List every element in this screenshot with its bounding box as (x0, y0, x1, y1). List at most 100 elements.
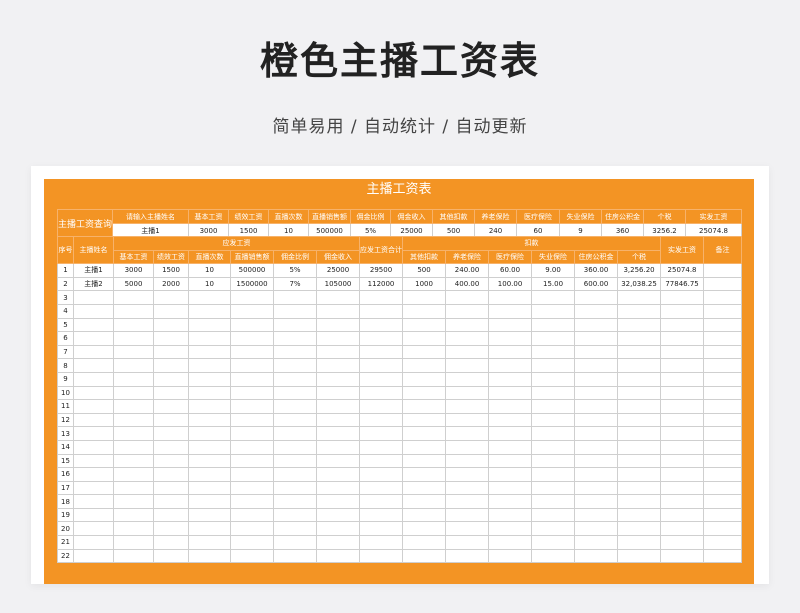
table-cell[interactable] (703, 303, 743, 319)
table-cell[interactable] (402, 399, 447, 414)
table-cell[interactable] (445, 507, 490, 523)
table-cell[interactable] (445, 399, 490, 414)
table-cell[interactable] (315, 521, 361, 537)
table-cell[interactable] (273, 507, 317, 523)
table-cell[interactable] (153, 399, 189, 414)
table-cell[interactable] (113, 439, 154, 455)
table-cell[interactable] (113, 399, 154, 414)
table-cell[interactable] (660, 494, 705, 509)
table-cell[interactable] (113, 303, 154, 319)
table-cell[interactable] (188, 439, 231, 455)
table-cell[interactable] (703, 317, 743, 333)
table-cell[interactable]: 3000 (113, 263, 154, 278)
table-cell[interactable] (188, 385, 231, 401)
table-cell[interactable] (488, 426, 533, 441)
table-cell[interactable] (359, 385, 404, 401)
table-cell[interactable]: 112000 (359, 276, 404, 292)
table-cell[interactable] (445, 467, 490, 482)
table-cell[interactable] (703, 371, 743, 387)
table-cell[interactable]: 29500 (359, 263, 404, 278)
table-cell[interactable] (230, 399, 274, 414)
table-cell[interactable] (402, 521, 447, 537)
table-cell[interactable] (531, 507, 576, 523)
table-cell[interactable] (617, 317, 662, 333)
table-cell[interactable] (660, 480, 705, 496)
table-cell[interactable] (488, 344, 533, 360)
table-cell[interactable] (402, 317, 447, 333)
table-cell[interactable] (617, 303, 662, 319)
table-cell[interactable] (488, 467, 533, 482)
table-cell[interactable]: 500000 (230, 263, 274, 278)
table-cell[interactable] (153, 412, 189, 428)
table-cell[interactable] (488, 507, 533, 523)
table-cell[interactable] (703, 358, 743, 373)
table-cell[interactable] (273, 480, 317, 496)
table-cell[interactable] (488, 290, 533, 305)
table-cell[interactable] (574, 412, 619, 428)
table-cell[interactable] (153, 303, 189, 319)
table-cell[interactable] (445, 385, 490, 401)
table-cell[interactable]: 3,256.20 (617, 263, 662, 278)
table-cell[interactable] (188, 535, 231, 550)
table-cell[interactable] (315, 371, 361, 387)
table-cell[interactable] (230, 548, 274, 564)
table-cell[interactable] (703, 548, 743, 564)
table-cell[interactable] (402, 331, 447, 346)
table-cell[interactable] (531, 467, 576, 482)
table-cell[interactable] (660, 548, 705, 564)
table-cell[interactable] (488, 399, 533, 414)
table-cell[interactable] (574, 507, 619, 523)
table-cell[interactable]: 1000 (402, 276, 447, 292)
table-cell[interactable] (153, 467, 189, 482)
table-cell[interactable] (359, 494, 404, 509)
table-cell[interactable]: 主播1 (73, 263, 114, 278)
table-cell[interactable] (531, 344, 576, 360)
table-cell[interactable] (113, 358, 154, 373)
table-cell[interactable] (660, 467, 705, 482)
table-cell[interactable] (531, 548, 576, 564)
table-cell[interactable] (230, 480, 274, 496)
table-cell[interactable] (703, 494, 743, 509)
table-cell[interactable] (402, 385, 447, 401)
table-cell[interactable] (617, 358, 662, 373)
table-cell[interactable] (445, 426, 490, 441)
table-cell[interactable] (153, 535, 189, 550)
table-cell[interactable] (617, 290, 662, 305)
table-cell[interactable] (445, 371, 490, 387)
table-cell[interactable] (113, 480, 154, 496)
table-cell[interactable] (402, 507, 447, 523)
table-cell[interactable] (531, 303, 576, 319)
table-cell[interactable]: 15.00 (531, 276, 576, 292)
table-cell[interactable] (402, 480, 447, 496)
table-cell[interactable] (359, 480, 404, 496)
table-cell[interactable] (531, 317, 576, 333)
table-cell[interactable] (531, 480, 576, 496)
table-cell[interactable] (315, 331, 361, 346)
table-cell[interactable] (315, 494, 361, 509)
table-cell[interactable]: 2000 (153, 276, 189, 292)
table-cell[interactable] (113, 453, 154, 469)
table-cell[interactable] (315, 317, 361, 333)
table-cell[interactable] (273, 317, 317, 333)
table-cell[interactable] (660, 399, 705, 414)
table-cell[interactable] (188, 344, 231, 360)
table-cell[interactable] (488, 358, 533, 373)
table-cell[interactable] (617, 439, 662, 455)
table-cell[interactable] (445, 480, 490, 496)
table-cell[interactable] (153, 494, 189, 509)
table-cell[interactable] (703, 263, 743, 278)
table-cell[interactable] (73, 344, 114, 360)
table-cell[interactable] (113, 344, 154, 360)
table-cell[interactable] (315, 399, 361, 414)
table-cell[interactable] (153, 290, 189, 305)
table-cell[interactable] (445, 494, 490, 509)
table-cell[interactable] (574, 371, 619, 387)
table-cell[interactable] (273, 303, 317, 319)
table-cell[interactable] (488, 412, 533, 428)
table-cell[interactable] (153, 521, 189, 537)
table-cell[interactable]: 500 (402, 263, 447, 278)
table-cell[interactable]: 1500 (153, 263, 189, 278)
table-cell[interactable] (574, 331, 619, 346)
table-cell[interactable] (73, 535, 114, 550)
table-cell[interactable] (488, 385, 533, 401)
